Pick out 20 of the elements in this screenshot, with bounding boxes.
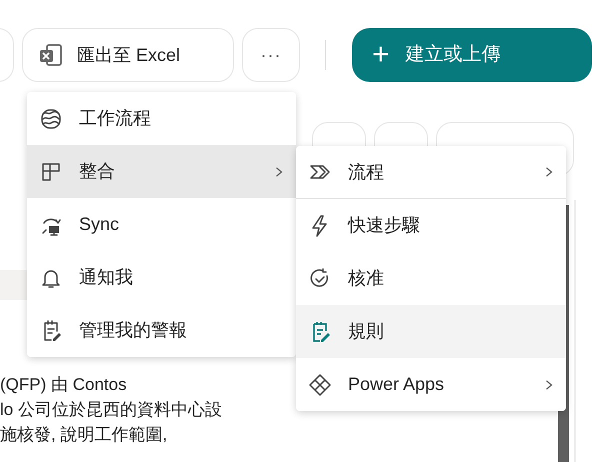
menu-item[interactable]: 管理我的警報 <box>27 304 296 357</box>
waves-icon <box>39 106 63 130</box>
plus-icon: + <box>372 40 390 70</box>
export-excel-button[interactable]: 匯出至 Excel <box>22 28 234 82</box>
more-button[interactable]: ··· <box>242 28 300 82</box>
menu-item[interactable]: 快速步驟 <box>296 199 566 252</box>
menu-item[interactable]: 規則 <box>296 305 566 358</box>
diamond-icon <box>308 372 332 396</box>
excel-icon <box>39 43 63 67</box>
menu-item[interactable]: 通知我 <box>27 251 296 304</box>
menu-item[interactable]: 流程 <box>296 146 566 199</box>
menu-item[interactable]: Sync <box>27 198 296 251</box>
menu-item[interactable]: 核准 <box>296 252 566 305</box>
text-line: lo 公司位於昆西的資料中心設 <box>0 399 222 421</box>
menu-item[interactable]: Power Apps <box>296 358 566 411</box>
menu-item[interactable]: 工作流程 <box>27 92 296 145</box>
text-line: 施核發, 說明工作範圍, <box>0 424 168 446</box>
menu-item[interactable]: 整合 <box>27 145 296 198</box>
create-upload-button[interactable]: + 建立或上傳 <box>352 28 592 82</box>
text-line: (QFP) 由 Contos <box>0 374 128 396</box>
